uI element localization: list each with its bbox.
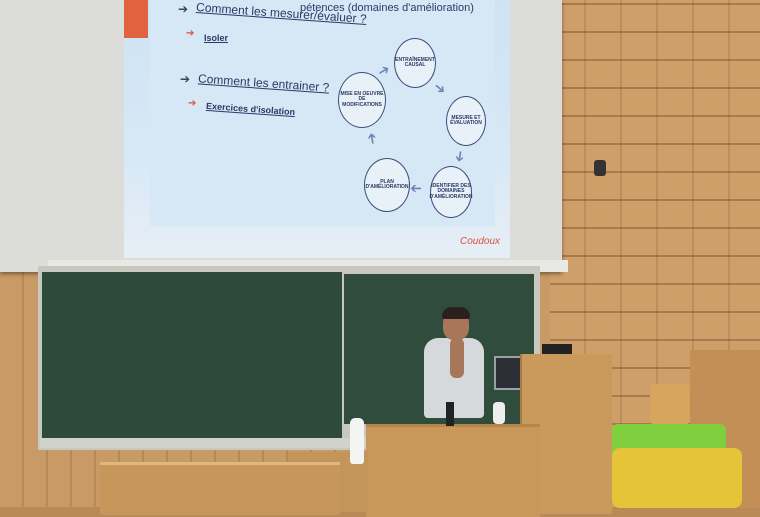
monitor [542,344,572,354]
slide-accent-block [124,0,148,38]
lecturer-hair [442,307,470,319]
cycle-node-plan: PLAN D'AMÉLIORATION [364,158,410,212]
yellow-chair [612,448,742,508]
wooden-chair [650,384,690,424]
microphone [446,402,454,426]
wall-camera-icon [594,160,606,176]
cycle-arrow-icon: ➔ [451,149,470,164]
cycle-node-implement: MISE EN OEUVRE DE MODIFICATIONS [338,72,386,128]
chalkboard-left-panel [42,272,342,440]
arrow-icon: ➔ [180,72,191,86]
red-arrow-icon: ➔ [188,98,197,109]
front-desk [100,462,340,515]
cycle-node-training: ENTRAÎNEMENT CAUSAL [394,38,436,88]
sanitizer-bottle [350,418,364,464]
arrow-icon: ➔ [178,2,189,16]
slide-question-1-sub: Isoler [204,33,229,43]
lectern-front [366,424,540,517]
spray-bottle [493,402,505,424]
cycle-node-identify: IDENTIFIER DES DOMAINES D'AMÉLIORATION [429,166,473,218]
red-arrow-icon: ➔ [186,28,195,39]
lecturer-arm [450,338,464,378]
cycle-arrow-icon: ➔ [410,181,422,197]
cycle-node-measure: MESURE ET ÉVALUATION [446,96,486,146]
slide-logo: Coudoux [460,236,501,247]
